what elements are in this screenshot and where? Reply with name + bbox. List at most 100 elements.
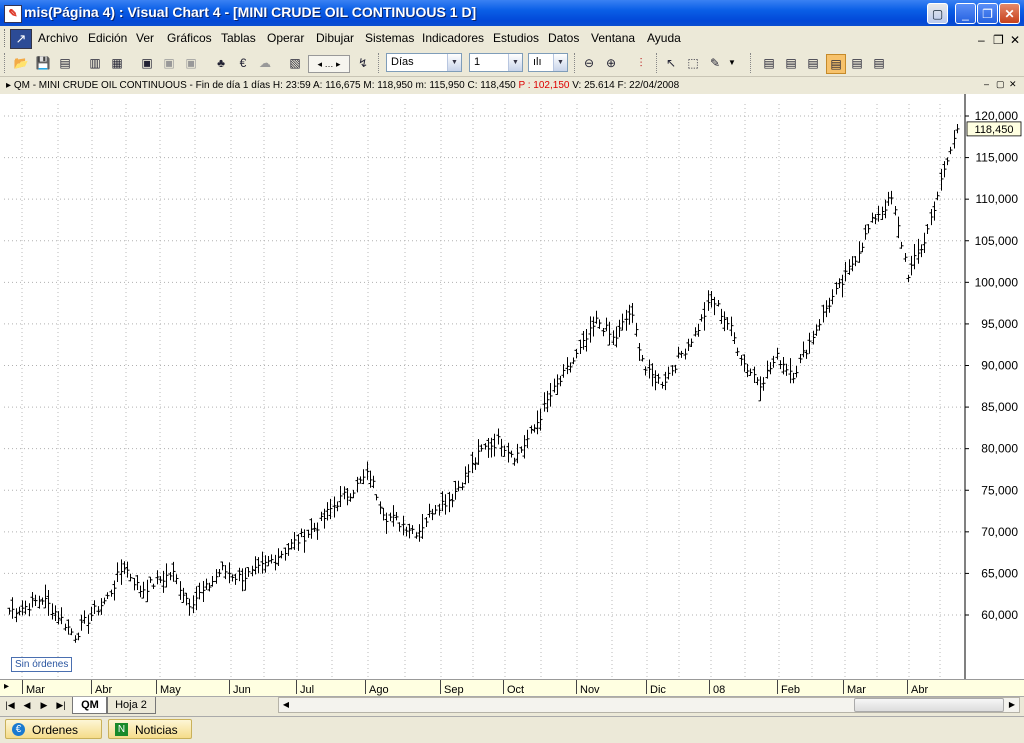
menu-dibujar[interactable]: Dibujar: [316, 31, 354, 45]
minimize-button[interactable]: _: [955, 3, 976, 24]
menu-estudios[interactable]: Estudios: [493, 31, 539, 45]
month-tick: [229, 680, 230, 694]
multiplier-value: 1: [474, 56, 481, 68]
close-button[interactable]: ✕: [999, 3, 1020, 24]
cloud-icon[interactable]: ☁: [256, 54, 274, 72]
chart-info: ▸ QM - MINI CRUDE OIL CONTINUOUS - Fin d…: [6, 80, 679, 91]
open-folder-icon[interactable]: 📂: [12, 54, 30, 72]
news-tab[interactable]: N Noticias: [108, 719, 192, 739]
y-tick-label: 110,000: [976, 192, 1019, 206]
menu-operar[interactable]: Operar: [267, 31, 304, 45]
menu-grip: [4, 29, 8, 47]
menu-ayuda[interactable]: Ayuda: [647, 31, 681, 45]
orders-icon: €: [12, 723, 25, 736]
scroll-right-icon[interactable]: ▶: [1005, 698, 1019, 712]
toolbar-grip: [4, 53, 8, 73]
bar-chart-icon[interactable]: ▥: [86, 54, 104, 72]
properties-icon[interactable]: ▧: [286, 54, 304, 72]
menu-edicion[interactable]: Edición: [88, 31, 127, 45]
window-layout-3-icon[interactable]: ▤: [804, 54, 822, 72]
maximize-button[interactable]: ❐: [977, 3, 998, 24]
menu-ventana[interactable]: Ventana: [591, 31, 635, 45]
month-tick: [22, 680, 23, 694]
last-sheet-icon[interactable]: ▶|: [54, 698, 68, 712]
month-tick: [709, 680, 710, 694]
zoom-in-icon[interactable]: ⊕: [602, 54, 620, 72]
menu-archivo[interactable]: Archivo: [38, 31, 78, 45]
chart-restore-icon[interactable]: ▢: [996, 79, 1005, 90]
y-tick-label: 95,000: [981, 317, 1018, 331]
window-layout-6-icon[interactable]: ▤: [870, 54, 888, 72]
zoom-out-icon[interactable]: ⊖: [580, 54, 598, 72]
window-layout-2-icon[interactable]: ▤: [782, 54, 800, 72]
paste-page-icon[interactable]: ▣: [182, 54, 200, 72]
month-label: May: [160, 684, 181, 696]
sheet-tab-hoja2[interactable]: Hoja 2: [106, 697, 156, 714]
menu-tablas[interactable]: Tablas: [221, 31, 256, 45]
menu-sistemas[interactable]: Sistemas: [365, 31, 414, 45]
pointer-icon[interactable]: ↖: [662, 54, 680, 72]
window-layout-5-icon[interactable]: ▤: [848, 54, 866, 72]
chart-background: [0, 94, 1024, 679]
app-icon[interactable]: ✎: [4, 5, 22, 23]
save-icon[interactable]: 💾: [34, 54, 52, 72]
copy-page-icon[interactable]: ▣: [160, 54, 178, 72]
month-label: Jul: [300, 684, 315, 696]
month-label: Oct: [507, 684, 525, 696]
y-tick-label: 90,000: [981, 359, 1018, 373]
prev-sheet-icon[interactable]: ◀: [20, 698, 34, 712]
month-label: Feb: [781, 684, 800, 696]
month-label: Sep: [444, 684, 464, 696]
menu-graficos[interactable]: Gráficos: [167, 31, 212, 45]
month-label: Abr: [95, 684, 113, 696]
scroll-left-icon[interactable]: ◀: [279, 698, 293, 712]
pen-dropdown-icon[interactable]: ▼: [728, 58, 736, 67]
chart-close-icon[interactable]: ✕: [1009, 79, 1017, 90]
month-tick: [503, 680, 504, 694]
mdi-minimize-icon[interactable]: –: [978, 33, 985, 47]
month-tick: [907, 680, 908, 694]
chart-minimize-icon[interactable]: –: [984, 79, 989, 89]
no-orders-label[interactable]: Sin órdenes: [11, 657, 73, 672]
period-select[interactable]: Días ▼: [386, 53, 462, 72]
time-axis-arrow-icon[interactable]: ▸: [4, 681, 9, 692]
window-layout-4-icon[interactable]: ▤: [826, 54, 846, 74]
first-sheet-icon[interactable]: |◀: [3, 698, 17, 712]
people-icon[interactable]: ♣: [212, 54, 230, 72]
sheet-tab-qm[interactable]: QM: [72, 697, 108, 714]
y-tick-label: 115,000: [976, 151, 1019, 165]
histogram-icon[interactable]: ▦: [108, 54, 126, 72]
y-tick-label: 65,000: [981, 566, 1018, 580]
scroll-thumb[interactable]: [854, 698, 1004, 712]
price-chart[interactable]: 120,000 115,000 110,000 105,000 100,000 95,00…: [0, 94, 1024, 679]
month-tick: [296, 680, 297, 694]
month-tick: [777, 680, 778, 694]
news-icon: N: [115, 723, 128, 736]
info-tail: V: 25.614 F: 22/04/2008: [572, 80, 680, 91]
select-object-icon[interactable]: ⬚: [684, 54, 702, 72]
pen-icon[interactable]: ✎: [706, 54, 724, 72]
chart-type-select[interactable]: ılı ▼: [528, 53, 568, 72]
mdi-restore-icon[interactable]: ❐: [993, 33, 1004, 47]
connect-icon[interactable]: ↯: [354, 54, 372, 72]
menu-indicadores[interactable]: Indicadores: [422, 31, 484, 45]
save-all-icon[interactable]: ▤: [56, 54, 74, 72]
month-label: Dic: [650, 684, 666, 696]
window-layout-1-icon[interactable]: ▤: [760, 54, 778, 72]
candlestick-icon[interactable]: ⫶: [632, 54, 650, 72]
menu-ver[interactable]: Ver: [136, 31, 154, 45]
multiplier-select[interactable]: 1 ▼: [469, 53, 523, 72]
month-label: 08: [713, 684, 726, 696]
restore-panel-button[interactable]: ▢: [927, 3, 948, 24]
exchange-icon[interactable]: €: [234, 54, 252, 72]
y-tick-label: 100,000: [975, 275, 1019, 289]
new-page-icon[interactable]: ▣: [138, 54, 156, 72]
orders-tab[interactable]: € Ordenes: [5, 719, 102, 739]
month-label: Abr: [911, 684, 929, 696]
next-sheet-icon[interactable]: ▶: [37, 698, 51, 712]
scroll-arrows-control[interactable]: ◂ … ▸: [308, 55, 350, 73]
mdi-close-icon[interactable]: ✕: [1010, 33, 1020, 47]
chart-window-icon[interactable]: ↗: [10, 29, 32, 49]
chevron-down-icon: ▼: [553, 54, 567, 71]
menu-datos[interactable]: Datos: [548, 31, 579, 45]
